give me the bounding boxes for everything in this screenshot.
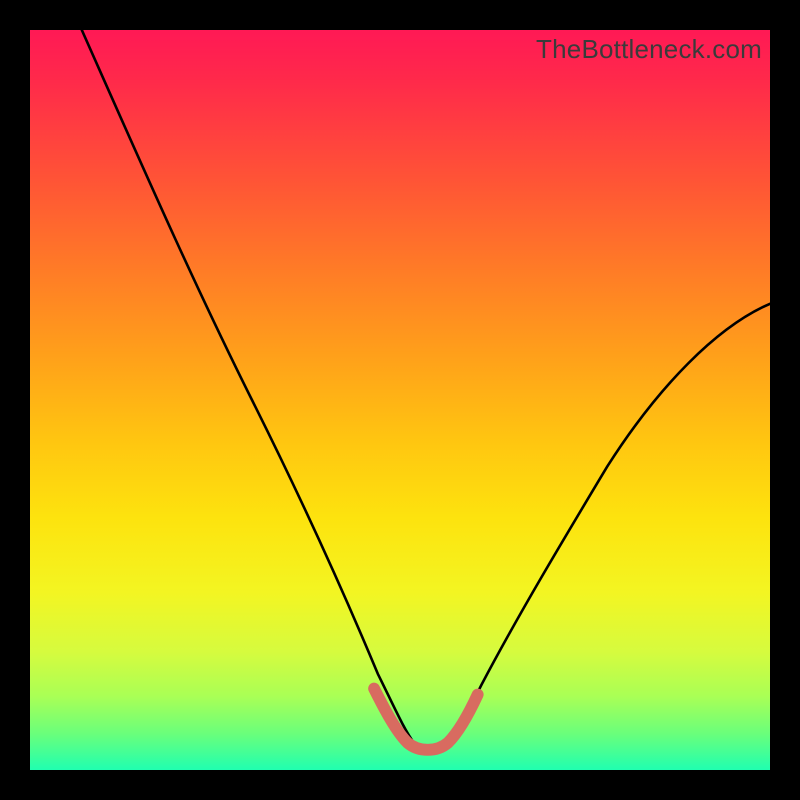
bottleneck-curve xyxy=(30,30,770,770)
plot-area: TheBottleneck.com xyxy=(30,30,770,770)
chart-frame: TheBottleneck.com xyxy=(0,0,800,800)
curve-path xyxy=(82,30,770,750)
